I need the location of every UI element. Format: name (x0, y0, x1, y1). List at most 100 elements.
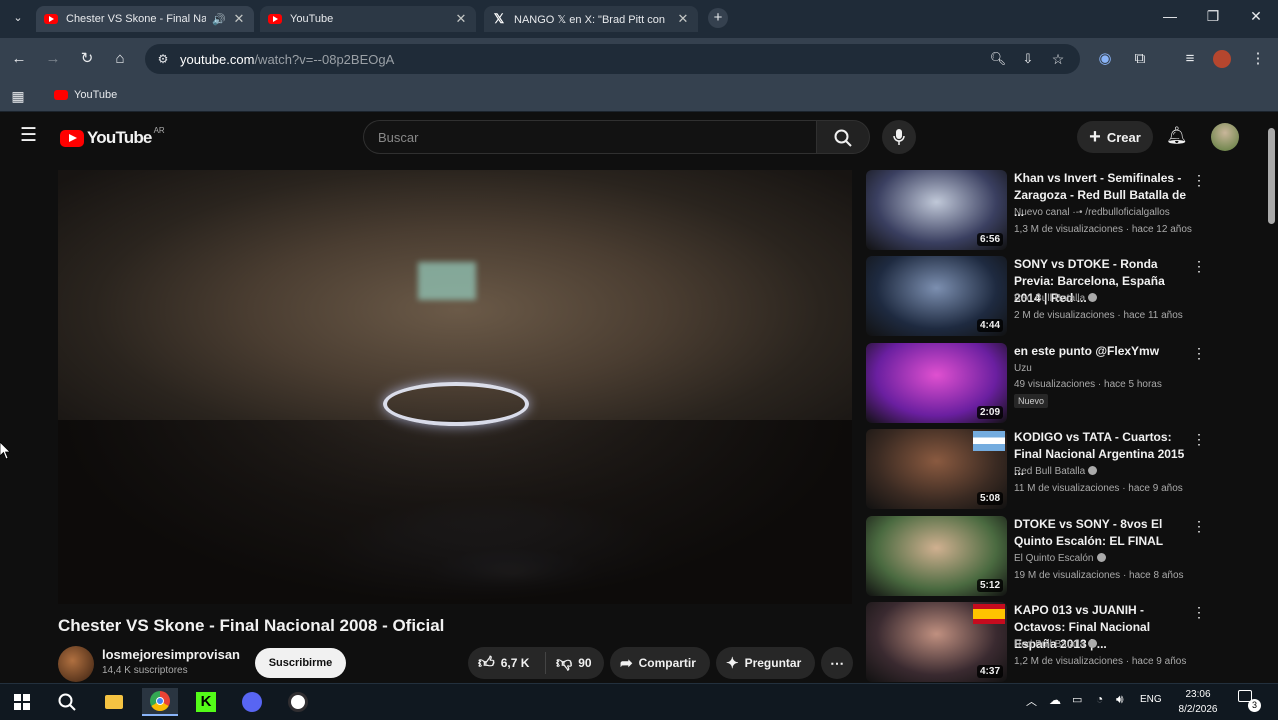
bookmark-label: YouTube (74, 89, 118, 101)
show-hidden-icons-icon[interactable]: ︿ (1026, 693, 1037, 709)
windows-start-icon[interactable] (4, 688, 40, 716)
recommendation-item[interactable]: 2:09 en este punto @FlexYmw Uzu 49 visualiz… (866, 343, 1266, 423)
recommendation-item[interactable]: 5:08 KODIGO vs TATA - Cuartos: Final Naci… (866, 429, 1266, 509)
url-text[interactable]: youtube.com/watch?v=--08p2BEOgA (180, 52, 394, 67)
channel-name[interactable]: losmejoresimprovisan (102, 647, 240, 662)
discord-icon[interactable] (234, 688, 270, 716)
share-label: Compartir (638, 656, 696, 670)
onedrive-icon[interactable]: ☁ (1049, 693, 1061, 707)
clock-date: 8/2/2026 (1178, 704, 1218, 715)
search-button[interactable] (816, 120, 870, 154)
home-icon[interactable]: ⌂ (110, 49, 130, 69)
more-options-icon[interactable]: ⋮ (1192, 258, 1206, 275)
recommendation-thumbnail[interactable]: 4:44 (866, 256, 1007, 336)
channel-avatar[interactable] (58, 646, 94, 682)
recommendation-meta: 19 M de visualizaciones · hace 8 años (1014, 570, 1184, 581)
site-info-icon[interactable]: ⚙ (153, 49, 173, 69)
kick-app-icon[interactable]: K (188, 688, 224, 716)
youtube-logo[interactable]: YouTube AR (60, 126, 165, 148)
recommendation-thumbnail[interactable]: 5:08 (866, 429, 1007, 509)
share-button[interactable]: ➦ Compartir (610, 647, 710, 679)
hamburger-menu-icon[interactable]: ☰ (20, 126, 37, 146)
video-player[interactable] (58, 170, 852, 604)
wifi-icon[interactable]: ◔ (1096, 692, 1103, 706)
extensions-icon[interactable]: ⧉ (1130, 49, 1150, 69)
youtube-logo-icon (60, 129, 84, 147)
more-actions-icon[interactable]: ⋯ (821, 647, 853, 679)
close-window-icon[interactable]: ✕ (1244, 8, 1268, 25)
like-button[interactable]: 👍︎ 6,7 K (468, 652, 546, 674)
more-options-icon[interactable]: ⋮ (1192, 604, 1206, 621)
reading-list-icon[interactable]: ≡ (1180, 49, 1200, 69)
new-tab-icon[interactable]: + (708, 8, 728, 28)
recommendation-channel[interactable]: Red Bull Batalla (1014, 293, 1098, 304)
bookmark-youtube[interactable]: YouTube (54, 89, 117, 101)
chrome-taskbar-icon[interactable] (142, 688, 178, 716)
video-duration: 6:56 (976, 233, 1003, 246)
recommendation-title[interactable]: DTOKE vs SONY - 8vos El Quinto Escalón: … (1014, 516, 1194, 550)
create-button[interactable]: + Crear (1077, 121, 1153, 153)
microphone-icon (893, 129, 905, 145)
recommendation-thumbnail[interactable]: 2:09 (866, 343, 1007, 423)
taskbar-search-icon[interactable] (49, 688, 85, 716)
recommendation-thumbnail[interactable]: 5:12 (866, 516, 1007, 596)
dislike-button[interactable]: 👎︎ 90 (546, 654, 592, 673)
bookmark-star-icon[interactable]: ☆ (1048, 49, 1068, 69)
zoom-icon[interactable]: 🔍︎ (988, 49, 1008, 69)
obs-icon[interactable] (280, 688, 316, 716)
recommendation-title[interactable]: en este punto @FlexYmw (1014, 343, 1194, 360)
ask-button[interactable]: ✦ Preguntar (716, 647, 815, 679)
search-input[interactable]: Buscar (363, 120, 816, 154)
restore-icon[interactable]: ❐ (1201, 8, 1225, 25)
more-options-icon[interactable]: ⋮ (1192, 172, 1206, 189)
tab-close-icon[interactable]: ✕ (454, 11, 468, 27)
notification-center-icon[interactable]: 3 (1238, 690, 1261, 712)
recommendation-item[interactable]: 4:44 SONY vs DTOKE - Ronda Previa: Barcel… (866, 256, 1266, 336)
back-icon[interactable]: ← (9, 49, 29, 69)
thumbs-up-icon: 👍︎ (478, 654, 495, 672)
more-options-icon[interactable]: ⋮ (1192, 518, 1206, 535)
recommendation-thumbnail[interactable]: 4:37 (866, 602, 1007, 682)
install-app-icon[interactable]: ⇩ (1018, 49, 1038, 69)
scrollbar-thumb[interactable] (1268, 128, 1275, 224)
menu-dots-icon[interactable]: ⋮ (1248, 49, 1268, 69)
apps-grid-icon[interactable]: ▦ (8, 86, 28, 106)
language-indicator[interactable]: ENG (1140, 694, 1162, 705)
cast-icon[interactable]: ◉ (1095, 49, 1115, 69)
recommendation-item[interactable]: 4:37 KAPO 013 vs JUANIH - Octavos: Final … (866, 602, 1266, 682)
system-clock[interactable]: 23:06 8/2/2026 (1168, 687, 1228, 717)
bookmarks-bar: ▦ YouTube (0, 80, 1278, 112)
user-avatar[interactable] (1211, 123, 1239, 151)
recommendation-channel[interactable]: Nuevo canal ·-• /redbulloficialgallos (1014, 207, 1170, 218)
recommendation-item[interactable]: 5:12 DTOKE vs SONY - 8vos El Quinto Escal… (866, 516, 1266, 596)
subscribe-button[interactable]: Suscribirme (255, 648, 346, 678)
tab-search-chevron-icon[interactable]: ⌄ (8, 8, 28, 28)
browser-tab-strip: ⌄ Chester VS Skone - Final Nacional 🔊 ✕ … (0, 0, 1278, 38)
recommendation-channel[interactable]: Red Bull Batalla (1014, 639, 1098, 650)
recommendation-thumbnail[interactable]: 6:56 (866, 170, 1007, 250)
plus-icon: + (1089, 126, 1101, 148)
minimize-icon[interactable]: — (1158, 8, 1182, 24)
forward-icon[interactable]: → (43, 49, 63, 69)
more-options-icon[interactable]: ⋮ (1192, 431, 1206, 448)
recommendation-meta: 2 M de visualizaciones · hace 11 años (1014, 310, 1183, 321)
profile-avatar[interactable] (1213, 50, 1231, 68)
tab-close-icon[interactable]: ✕ (676, 11, 690, 27)
tab[interactable]: 𝕏 NANGO 𝕏 en X: "Brad Pitt con ✕ (484, 6, 698, 32)
tab-close-icon[interactable]: ✕ (232, 11, 246, 27)
more-options-icon[interactable]: ⋮ (1192, 345, 1206, 362)
tab[interactable]: YouTube ✕ (260, 6, 476, 32)
file-explorer-icon[interactable] (96, 688, 132, 716)
recommendation-channel[interactable]: Uzu (1014, 363, 1032, 374)
audio-playing-icon[interactable]: 🔊 (212, 13, 226, 26)
recommendation-channel[interactable]: Red Bull Batalla (1014, 466, 1098, 477)
voice-search-button[interactable] (882, 120, 916, 154)
reload-icon[interactable]: ↻ (77, 49, 97, 69)
tab-active[interactable]: Chester VS Skone - Final Nacional 🔊 ✕ (36, 6, 254, 32)
notifications-bell-icon[interactable]: 🔔︎ (1166, 126, 1188, 146)
recommendation-channel[interactable]: El Quinto Escalón (1014, 553, 1106, 564)
battery-icon[interactable]: ▭ (1072, 693, 1082, 706)
volume-icon[interactable]: 🔊︎ (1116, 692, 1124, 707)
verified-badge-icon (1088, 639, 1098, 648)
recommendation-item[interactable]: 6:56 Khan vs Invert - Semifinales - Zarag… (866, 170, 1266, 250)
